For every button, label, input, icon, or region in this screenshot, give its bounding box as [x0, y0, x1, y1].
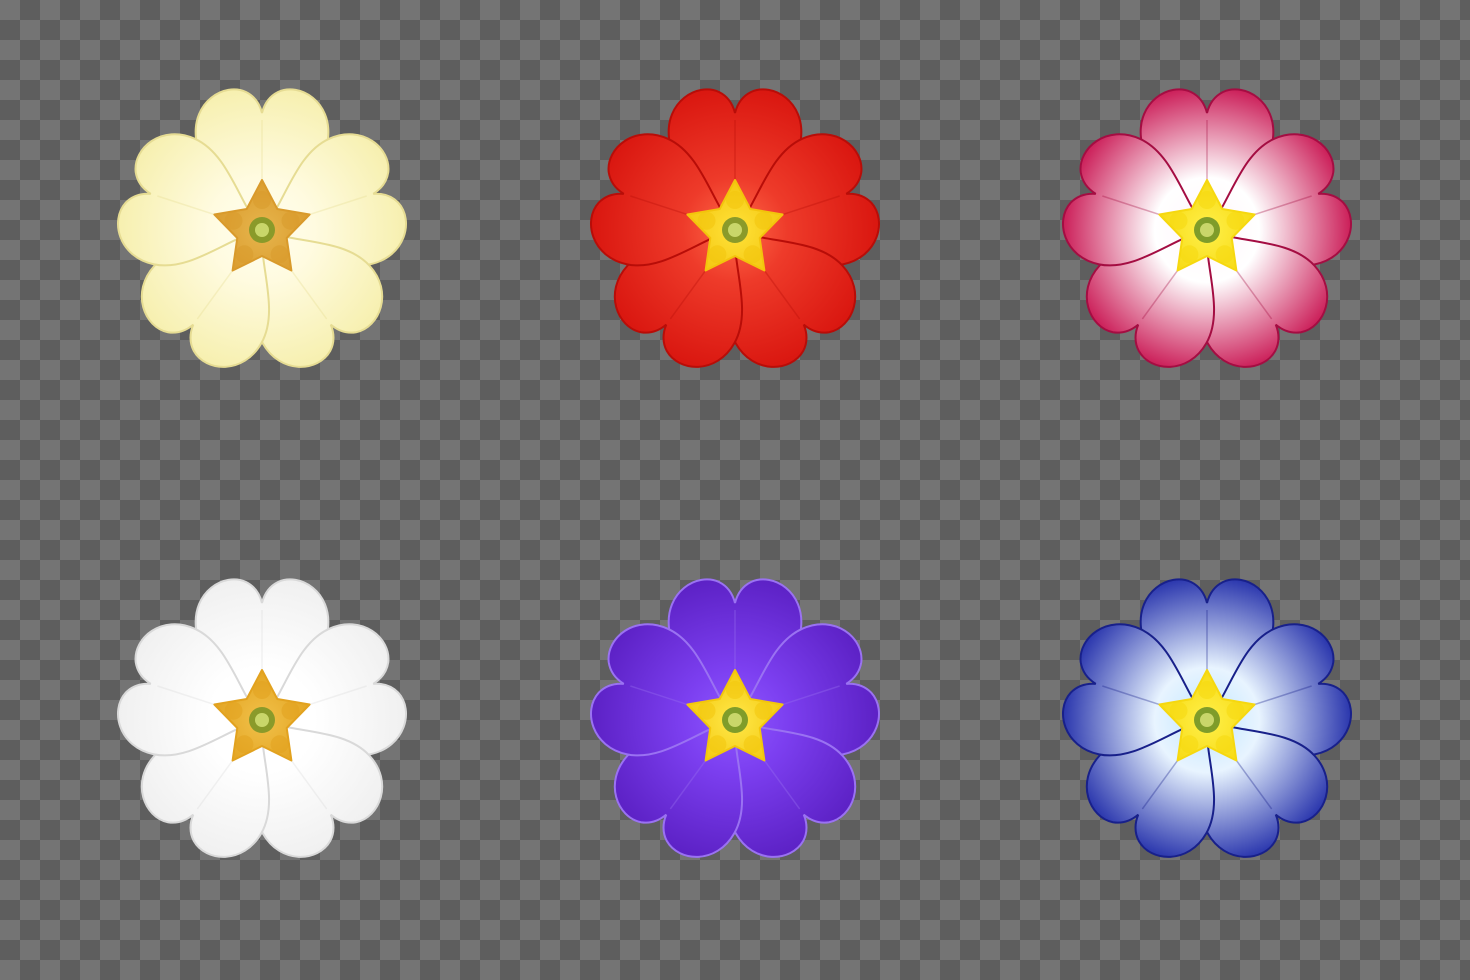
red-primrose-flower [555, 60, 915, 400]
pale-yellow-primrose-flower [82, 60, 442, 400]
centre-spot [253, 191, 271, 209]
centre-spot [1215, 735, 1234, 754]
violet-primrose-flower [555, 550, 915, 890]
blue-primrose-flower [1027, 550, 1387, 890]
centre-spot [1226, 211, 1245, 230]
centre-spot [1169, 701, 1188, 720]
magenta-white-primrose-flower [1027, 60, 1387, 400]
centre-spot [281, 211, 300, 230]
white-primrose-svg [117, 578, 407, 858]
centre-spot [235, 735, 254, 754]
pistil-tip [728, 713, 742, 727]
centre-spot [1198, 191, 1216, 209]
centre-spot [1215, 245, 1234, 264]
centre-spot [726, 681, 744, 699]
blue-primrose-svg [1062, 578, 1352, 858]
centre-spot [708, 735, 727, 754]
centre-spot [754, 701, 773, 720]
centre-spot [224, 211, 243, 230]
pistil-tip [1200, 713, 1214, 727]
centre-spot [697, 211, 716, 230]
pistil-tip [728, 223, 742, 237]
red-primrose-svg [590, 88, 880, 368]
centre-spot [708, 245, 727, 264]
centre-spot [743, 735, 762, 754]
centre-spot [1198, 681, 1216, 699]
pistil-tip [255, 713, 269, 727]
white-primrose-flower [82, 550, 442, 890]
centre-spot [270, 735, 289, 754]
centre-spot [697, 701, 716, 720]
centre-spot [235, 245, 254, 264]
centre-spot [1226, 701, 1245, 720]
centre-spot [754, 211, 773, 230]
centre-spot [743, 245, 762, 264]
centre-spot [1180, 735, 1199, 754]
centre-spot [281, 701, 300, 720]
pistil-tip [1200, 223, 1214, 237]
centre-spot [270, 245, 289, 264]
violet-primrose-svg [590, 578, 880, 858]
pistil-tip [255, 223, 269, 237]
magenta-white-primrose-svg [1062, 88, 1352, 368]
centre-spot [1180, 245, 1199, 264]
centre-spot [224, 701, 243, 720]
centre-spot [253, 681, 271, 699]
pale-yellow-primrose-svg [117, 88, 407, 368]
centre-spot [1169, 211, 1188, 230]
checkerboard-canvas [0, 0, 1470, 980]
centre-spot [726, 191, 744, 209]
